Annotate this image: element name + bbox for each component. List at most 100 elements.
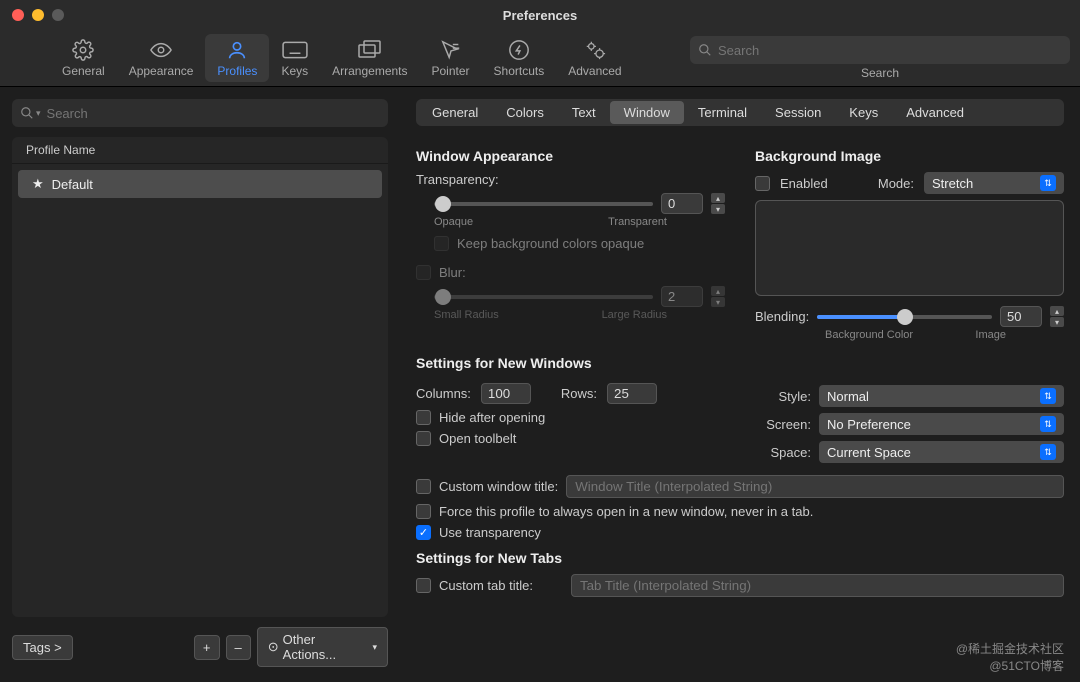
- add-profile-button[interactable]: +: [194, 635, 220, 660]
- toolbar-search-input[interactable]: [718, 43, 1062, 58]
- checkbox-icon: [416, 525, 431, 540]
- titlebar: Preferences: [0, 0, 1080, 30]
- bg-image-well[interactable]: [755, 200, 1064, 296]
- tab-appearance[interactable]: Appearance: [117, 34, 206, 82]
- blending-value[interactable]: 50: [1000, 306, 1042, 327]
- traffic-lights: [12, 9, 64, 21]
- stepper-up-icon: ▴: [711, 286, 725, 296]
- toolbar-label: Pointer: [432, 64, 470, 78]
- ptab-colors[interactable]: Colors: [492, 101, 558, 124]
- tab-arrangements[interactable]: Arrangements: [320, 34, 419, 82]
- ptab-advanced[interactable]: Advanced: [892, 101, 978, 124]
- custom-tab-title-label: Custom tab title:: [439, 578, 533, 593]
- tab-profiles[interactable]: Profiles: [205, 34, 269, 82]
- toolbar-search[interactable]: [690, 36, 1070, 64]
- ptab-session[interactable]: Session: [761, 101, 835, 124]
- toolbar-label: Keys: [281, 64, 308, 78]
- zoom-button[interactable]: [52, 9, 64, 21]
- screen-label: Screen:: [755, 417, 811, 432]
- bg-enabled-checkbox[interactable]: [755, 176, 770, 191]
- chevron-down-icon[interactable]: ▾: [36, 108, 41, 119]
- rows-input[interactable]: [607, 383, 657, 404]
- transparency-value[interactable]: 0: [661, 193, 703, 214]
- profile-name: Default: [52, 177, 93, 192]
- sidebar: ▾ Profile Name ★ Default Tags > + – ⊙ Ot…: [0, 87, 400, 679]
- chevron-down-icon: ▾: [372, 642, 377, 653]
- transparency-slider[interactable]: [434, 202, 653, 206]
- profile-list-header: Profile Name: [12, 137, 388, 164]
- space-select[interactable]: Current Space ⇅: [819, 441, 1064, 463]
- blending-slider[interactable]: [817, 315, 992, 319]
- stepper-down-icon[interactable]: ▾: [1050, 317, 1064, 327]
- tags-button[interactable]: Tags >: [12, 635, 73, 660]
- blur-min: Small Radius: [434, 309, 499, 321]
- checkbox-icon: [416, 578, 431, 593]
- stepper-down-icon[interactable]: ▾: [711, 204, 725, 214]
- other-actions-label: Other Actions...: [283, 632, 369, 662]
- force-new-window-label: Force this profile to always open in a n…: [439, 504, 813, 519]
- ptab-terminal[interactable]: Terminal: [684, 101, 761, 124]
- custom-tab-title-input[interactable]: [571, 574, 1064, 597]
- checkbox-icon: [416, 479, 431, 494]
- style-label: Style:: [755, 389, 811, 404]
- style-select[interactable]: Normal⇅: [819, 385, 1064, 407]
- ptab-text[interactable]: Text: [558, 101, 610, 124]
- bg-mode-label: Mode:: [878, 176, 914, 191]
- updown-icon: ⇅: [1040, 444, 1056, 460]
- transparency-stepper[interactable]: ▴▾: [711, 193, 725, 214]
- hide-after-checkbox[interactable]: Hide after opening: [416, 410, 725, 425]
- use-transparency-checkbox[interactable]: Use transparency: [416, 525, 1064, 540]
- blending-stepper[interactable]: ▴▾: [1050, 306, 1064, 327]
- updown-icon: ⇅: [1040, 416, 1056, 432]
- updown-icon: ⇅: [1040, 175, 1056, 191]
- section-new-windows: Settings for New Windows: [416, 355, 1064, 371]
- toolbar-label: Appearance: [129, 64, 194, 78]
- space-value: Current Space: [827, 445, 911, 460]
- checkbox-icon: [416, 431, 431, 446]
- ptab-keys[interactable]: Keys: [835, 101, 892, 124]
- tab-general[interactable]: General: [50, 34, 117, 82]
- close-button[interactable]: [12, 9, 24, 21]
- blur-stepper: ▴▾: [711, 286, 725, 307]
- custom-window-title-input[interactable]: [566, 475, 1064, 498]
- stepper-up-icon[interactable]: ▴: [1050, 306, 1064, 316]
- bolt-icon: [508, 38, 530, 62]
- tab-advanced[interactable]: Advanced: [556, 34, 633, 82]
- ptab-window[interactable]: Window: [610, 101, 684, 124]
- profile-row-default[interactable]: ★ Default: [18, 170, 382, 198]
- transparency-min: Opaque: [434, 216, 473, 228]
- tab-pointer[interactable]: Pointer: [420, 34, 482, 82]
- settings-panel: General Colors Text Window Terminal Sess…: [400, 87, 1080, 679]
- other-actions-button[interactable]: ⊙ Other Actions... ▾: [257, 627, 388, 667]
- keep-opaque-label: Keep background colors opaque: [457, 236, 644, 251]
- open-toolbelt-checkbox[interactable]: Open toolbelt: [416, 431, 725, 446]
- keyboard-icon: [282, 38, 308, 62]
- blur-checkbox: Blur:: [416, 265, 725, 280]
- profile-search[interactable]: ▾: [12, 99, 388, 127]
- force-new-window-checkbox[interactable]: Force this profile to always open in a n…: [416, 504, 1064, 519]
- tab-shortcuts[interactable]: Shortcuts: [482, 34, 557, 82]
- tab-keys[interactable]: Keys: [269, 34, 320, 82]
- eye-icon: [149, 38, 173, 62]
- custom-window-title-checkbox[interactable]: Custom window title:: [416, 475, 1064, 498]
- use-transparency-label: Use transparency: [439, 525, 541, 540]
- section-new-tabs: Settings for New Tabs: [416, 550, 1064, 566]
- custom-tab-title-checkbox[interactable]: Custom tab title:: [416, 574, 1064, 597]
- stepper-up-icon[interactable]: ▴: [711, 193, 725, 203]
- gears-icon: [583, 38, 607, 62]
- bg-enabled-label: Enabled: [780, 176, 828, 191]
- bg-mode-select[interactable]: Stretch ⇅: [924, 172, 1064, 194]
- ptab-general[interactable]: General: [418, 101, 492, 124]
- profile-search-input[interactable]: [47, 106, 380, 121]
- screen-select[interactable]: No Preference⇅: [819, 413, 1064, 435]
- pointer-icon: [440, 38, 462, 62]
- minimize-button[interactable]: [32, 9, 44, 21]
- toolbar: General Appearance Profiles Keys Arrange…: [0, 30, 1080, 87]
- toolbar-search-label: Search: [861, 66, 899, 80]
- remove-profile-button[interactable]: –: [226, 635, 251, 660]
- star-icon: ★: [32, 176, 44, 192]
- blur-max: Large Radius: [602, 309, 667, 321]
- columns-input[interactable]: [481, 383, 531, 404]
- rows-label: Rows:: [561, 386, 597, 401]
- updown-icon: ⇅: [1040, 388, 1056, 404]
